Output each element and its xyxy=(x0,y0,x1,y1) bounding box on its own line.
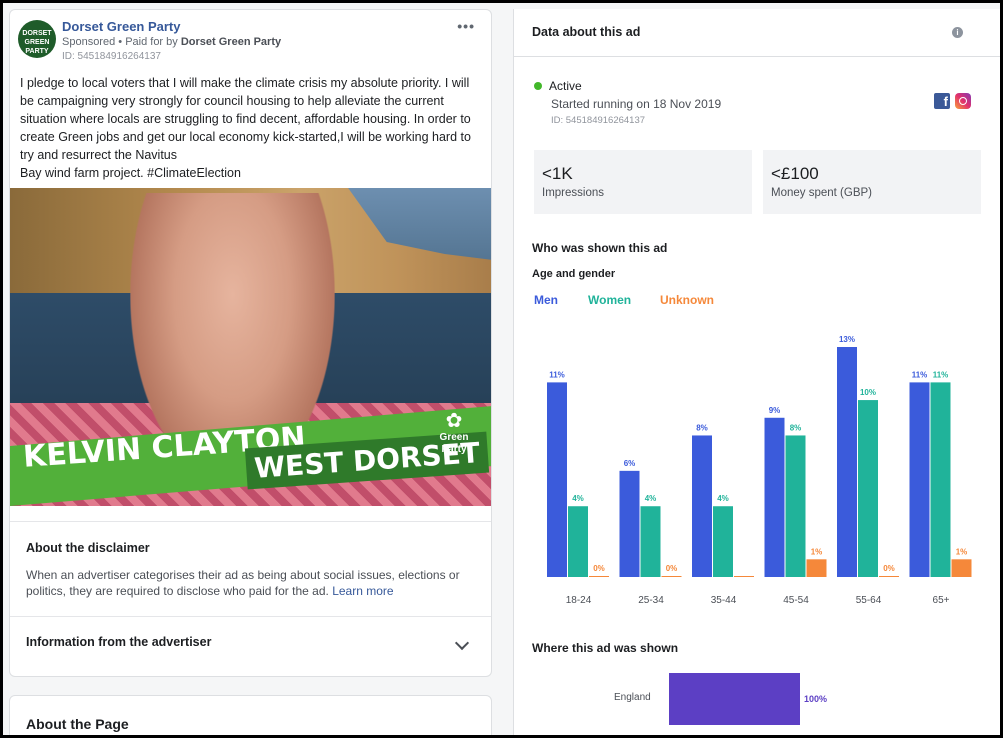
x-tick-label-18-24: 18-24 xyxy=(566,595,592,606)
bar-unknown-25-34[interactable] xyxy=(661,576,682,577)
about-page-card: About the Page xyxy=(9,695,492,735)
instagram-icon xyxy=(955,93,971,109)
age-gender-title: Age and gender xyxy=(532,268,616,280)
legend-women: Women xyxy=(588,293,632,307)
data-label-women-55-64: 10% xyxy=(860,388,876,397)
page-name-link[interactable]: Dorset Green Party xyxy=(62,19,181,34)
paid-for-prefix: • Paid for by xyxy=(118,36,178,48)
impressions-box: <1K Impressions xyxy=(534,150,752,214)
started-date: Started running on 18 Nov 2019 xyxy=(551,97,722,111)
impressions-label: Impressions xyxy=(542,187,604,199)
bar-women-45-54[interactable] xyxy=(785,435,806,577)
data-label-women-25-34: 4% xyxy=(645,494,657,503)
ad-body-line2: Bay wind farm project. #ClimateElection xyxy=(20,166,241,180)
info-icon[interactable]: i xyxy=(952,27,963,38)
facebook-icon: f xyxy=(934,93,950,109)
bar-men-18-24[interactable] xyxy=(547,382,567,577)
ad-id: ID: 545184916264137 xyxy=(62,51,161,62)
data-label-women-18-24: 4% xyxy=(572,494,584,503)
data-label-men-45-54: 9% xyxy=(769,406,781,415)
ad-image[interactable]: KELVIN CLAYTON WEST DORSET ✿ Green Party xyxy=(10,188,491,506)
status-text: Active xyxy=(549,79,582,93)
bar-women-18-24[interactable] xyxy=(568,506,588,577)
data-label-men-25-34: 6% xyxy=(624,459,636,468)
sponsored-line: Sponsored • Paid for by Dorset Green Par… xyxy=(62,36,281,48)
where-shown-title: Where this ad was shown xyxy=(532,641,679,655)
logo-line1: Green xyxy=(439,432,469,443)
advertiser-info-toggle[interactable]: Information from the advertiser xyxy=(26,635,211,649)
legend-unknown: Unknown xyxy=(660,293,714,307)
divider xyxy=(514,56,1000,57)
data-label-men-35-44: 8% xyxy=(696,423,708,432)
x-tick-label-55-64: 55-64 xyxy=(856,595,882,606)
green-party-logo: ✿ Green Party xyxy=(433,410,475,456)
data-label-men-55-64: 13% xyxy=(839,335,855,344)
legend-men: Men xyxy=(534,293,558,307)
bar-women-65+[interactable] xyxy=(930,382,951,577)
money-spent-value: <£100 xyxy=(771,164,819,183)
data-label-men-18-24: 11% xyxy=(549,370,565,379)
ad-body-text: I pledge to local voters that I will mak… xyxy=(20,74,485,182)
money-spent-box: <£100 Money spent (GBP) xyxy=(763,150,981,214)
bar-men-65+[interactable] xyxy=(909,382,930,577)
bar-unknown-55-64[interactable] xyxy=(879,576,899,577)
data-label-unknown-55-64: 0% xyxy=(883,564,895,573)
age-gender-chart: 11% 4% 0% 18-24 6% 4% 0% 25-34 8% 4% 35-44 9% 8% 1% 45… xyxy=(547,335,972,606)
screenshot-frame: DORSET GREEN PARTY Dorset Green Party Sp… xyxy=(0,0,1003,738)
page-avatar[interactable]: DORSET GREEN PARTY xyxy=(18,20,56,58)
data-label-unknown-65+: 1% xyxy=(956,547,968,556)
bar-unknown-65+[interactable] xyxy=(951,559,972,577)
bar-unknown-45-54[interactable] xyxy=(806,559,827,577)
bar-unknown-35-44[interactable] xyxy=(734,576,754,577)
bar-women-55-64[interactable] xyxy=(858,400,878,577)
bar-women-35-44[interactable] xyxy=(713,506,733,577)
data-label-men-65+: 11% xyxy=(912,370,928,379)
disclaimer-title: About the disclaimer xyxy=(26,541,150,555)
disclaimer-body: When an advertiser categorises their ad … xyxy=(26,568,460,598)
about-page-title: About the Page xyxy=(26,716,129,732)
ad-header: DORSET GREEN PARTY Dorset Green Party Sp… xyxy=(10,10,491,66)
paid-for-by: Dorset Green Party xyxy=(180,36,282,48)
bar-men-45-54[interactable] xyxy=(764,417,785,577)
divider xyxy=(10,616,491,617)
data-label-women-35-44: 4% xyxy=(717,494,729,503)
sunflower-icon: ✿ xyxy=(445,410,463,432)
data-label-unknown-18-24: 0% xyxy=(593,564,605,573)
sponsored-label: Sponsored xyxy=(62,36,116,48)
ad-body: I pledge to local voters that I will mak… xyxy=(20,76,471,162)
learn-more-link[interactable]: Learn more xyxy=(332,584,393,598)
region-percent: 100% xyxy=(804,694,828,704)
chevron-down-icon[interactable] xyxy=(454,635,470,651)
who-shown-title: Who was shown this ad xyxy=(532,241,668,255)
bar-men-35-44[interactable] xyxy=(692,435,712,577)
divider xyxy=(10,521,491,522)
ad-card: DORSET GREEN PARTY Dorset Green Party Sp… xyxy=(9,9,492,677)
ad-data-panel: Data about this ad i Active Started runn… xyxy=(513,9,1000,735)
x-tick-label-65+: 65+ xyxy=(933,595,950,606)
more-options-icon[interactable]: ••• xyxy=(457,18,475,34)
data-label-unknown-45-54: 1% xyxy=(811,547,823,556)
panel-title: Data about this ad xyxy=(532,25,641,39)
impressions-value: <1K xyxy=(542,164,573,183)
active-status-icon xyxy=(534,82,542,90)
disclaimer-text: When an advertiser categorises their ad … xyxy=(26,567,476,599)
bar-men-25-34[interactable] xyxy=(619,470,640,577)
panel-ad-id: ID: 545184916264137 xyxy=(551,115,646,126)
bar-men-55-64[interactable] xyxy=(837,347,857,577)
x-tick-label-35-44: 35-44 xyxy=(711,595,737,606)
x-tick-label-25-34: 25-34 xyxy=(638,595,664,606)
data-label-women-65+: 11% xyxy=(933,370,949,379)
bar-women-25-34[interactable] xyxy=(640,506,661,577)
data-label-unknown-25-34: 0% xyxy=(666,564,678,573)
region-bar xyxy=(669,673,800,725)
region-label: England xyxy=(614,692,651,703)
x-tick-label-45-54: 45-54 xyxy=(783,595,809,606)
data-label-women-45-54: 8% xyxy=(790,423,802,432)
bar-unknown-18-24[interactable] xyxy=(589,576,609,577)
logo-line2: Party xyxy=(441,444,467,455)
money-spent-label: Money spent (GBP) xyxy=(771,187,872,199)
